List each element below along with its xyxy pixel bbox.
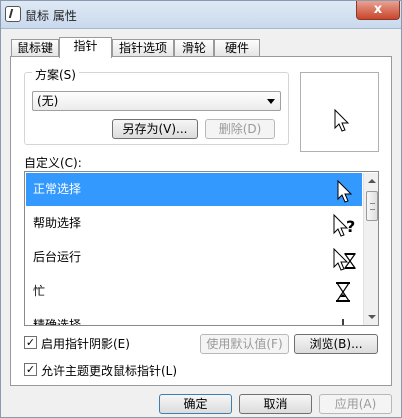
browse-button[interactable]: 浏览(B)... (294, 334, 378, 354)
list-item-label: 帮助选择 (33, 216, 82, 230)
mouse-properties-dialog: 鼠标 属性 x 鼠标键 指针 指针选项 滑轮 硬件 方案(S) (无) 另存为(… (0, 0, 402, 418)
shadow-label: 启用指针阴影(E) (41, 337, 130, 351)
list-item[interactable]: 后台运行 (26, 241, 362, 274)
help-cursor-icon: ? (333, 213, 355, 237)
allow-theme-label: 允许主题更改鼠标指针(L) (41, 364, 178, 378)
busy-cursor-icon (335, 282, 351, 302)
title-bar[interactable]: 鼠标 属性 x (1, 1, 401, 29)
scheme-legend: 方案(S) (32, 66, 79, 83)
apply-button[interactable]: 应用(A) (319, 394, 392, 414)
list-item[interactable]: 忙 (26, 275, 362, 308)
close-button[interactable]: x (356, 1, 400, 20)
list-item-label: 忙 (33, 284, 46, 298)
precision-cursor-icon (342, 319, 344, 325)
scheme-selected-value: (无) (37, 94, 59, 108)
delete-button[interactable]: 删除(D) (205, 119, 275, 139)
allow-theme-checkbox[interactable]: ✓ (24, 363, 37, 376)
arrow-cursor-icon (337, 179, 353, 203)
tab-wheel[interactable]: 滑轮 (174, 39, 214, 57)
working-in-background-cursor-icon (333, 247, 357, 271)
shadow-checkbox[interactable]: ✓ (24, 336, 37, 349)
list-scrollbar[interactable] (363, 173, 378, 325)
window-title: 鼠标 属性 (25, 9, 77, 23)
tab-hardware[interactable]: 硬件 (214, 39, 260, 57)
cursor-list[interactable]: 正常选择 帮助选择 ? 后台运行 忙 精确选择 (24, 171, 379, 326)
list-item[interactable]: 帮助选择 ? (26, 207, 362, 240)
chevron-down-icon (267, 99, 275, 104)
tab-pointers[interactable]: 指针 (59, 37, 112, 58)
list-item-label: 正常选择 (33, 182, 82, 196)
cursor-preview (300, 72, 379, 152)
cancel-button[interactable]: 取消 (239, 394, 312, 414)
customize-label: 自定义(C): (24, 156, 82, 170)
scrollbar-thumb[interactable] (366, 191, 378, 221)
scroll-down-icon[interactable] (368, 315, 376, 319)
list-item[interactable]: 正常选择 (26, 173, 362, 206)
ok-button[interactable]: 确定 (159, 394, 232, 414)
use-default-button[interactable]: 使用默认值(F) (200, 334, 289, 354)
list-item[interactable]: 精确选择 (26, 309, 362, 326)
scheme-dropdown[interactable]: (无) (32, 91, 281, 111)
list-item-label: 后台运行 (33, 250, 82, 264)
save-as-button[interactable]: 另存为(V)... (112, 119, 198, 139)
arrow-cursor-icon (334, 108, 350, 132)
mouse-icon (5, 6, 21, 22)
tab-pointer-options[interactable]: 指针选项 (112, 39, 174, 57)
tab-buttons[interactable]: 鼠标键 (11, 39, 59, 57)
scroll-up-icon[interactable] (368, 179, 376, 183)
svg-text:?: ? (346, 217, 355, 236)
list-item-label: 精确选择 (33, 318, 82, 326)
